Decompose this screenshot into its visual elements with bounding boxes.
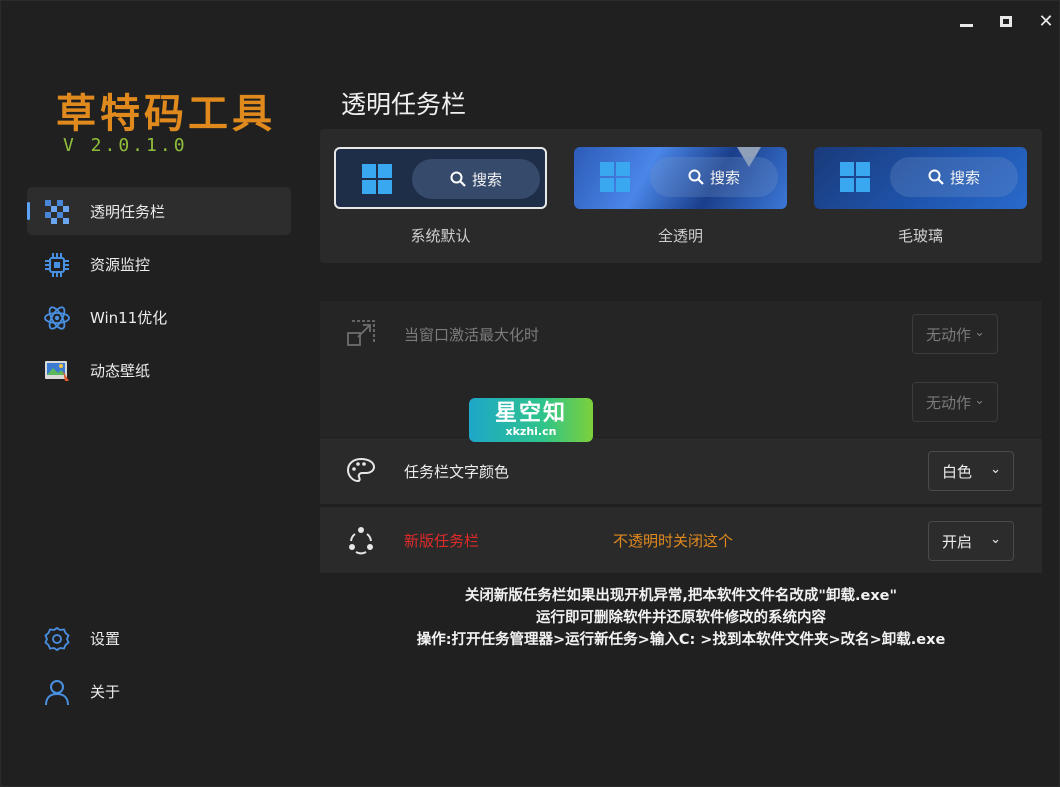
theme-label: 系统默认 [410,227,471,245]
notice-line: 操作:打开任务管理器>运行新任务>输入C: >找到本软件文件夹>改名>卸载.ex… [416,632,946,648]
minimize-icon [959,23,973,27]
sidebar-item-transparent-taskbar[interactable]: 透明任务栏 [27,187,291,235]
setting-row-maximize-action: 当窗口激活最大化时 无动作 ⌄ 无动作 ⌄ [320,301,1042,437]
setting-label: 任务栏文字颜色 [404,463,510,481]
search-pill: 搜索 [890,157,1018,197]
dropdown-value: 开启 [942,532,973,551]
maximize-button[interactable] [989,7,1023,35]
sidebar-item-label: 透明任务栏 [90,202,166,221]
watermark-main: 星空知 [494,401,567,426]
minimize-button[interactable] [949,7,983,35]
sidebar-item-about[interactable]: 关于 [27,667,291,715]
sidebar-item-label: 设置 [90,629,121,648]
app-logo: 草特码工具 [56,90,276,137]
search-pill: 搜索 [650,157,778,197]
search-text: 搜索 [709,168,740,187]
active-indicator [27,202,30,220]
cpu-chip-icon [43,251,71,279]
theme-selector-panel: 搜索 系统默认 搜索 全透明 搜索 毛玻璃 [320,129,1042,263]
watermark-logo: 星空知 xkzhi.cn [469,398,593,442]
close-button[interactable]: ✕ [1029,7,1060,35]
theme-card-frosted-glass[interactable]: 搜索 [814,147,1027,209]
search-text: 搜索 [949,168,980,187]
setting-row-text-color: 任务栏文字颜色 白色 ⌄ [320,438,1042,504]
maximize-icon [1000,15,1012,27]
windows-logo-icon [362,164,392,194]
refresh-nodes-icon [346,525,376,555]
chevron-down-icon: ⌄ [974,325,985,340]
user-icon [43,678,71,706]
checker-icon [43,198,71,226]
theme-label: 毛玻璃 [897,227,943,245]
gear-icon [43,625,71,653]
app-version: V 2.0.1.0 [63,135,188,156]
theme-card-fully-transparent[interactable]: 搜索 [574,147,787,209]
close-icon: ✕ [1038,10,1054,32]
chevron-down-icon: ⌄ [974,393,985,408]
app-window: ✕ 草特码工具 V 2.0.1.0 透明任务栏 资源监控 Win11优化 动态壁… [0,0,1060,787]
dropdown-value: 无动作 [926,325,972,344]
search-icon [450,171,466,187]
sidebar-item-settings[interactable]: 设置 [27,614,291,662]
sidebar-item-label: 资源监控 [90,255,151,274]
windows-logo-icon [600,162,630,192]
chevron-down-icon: ⌄ [990,462,1001,477]
search-icon [928,169,944,185]
search-pill: 搜索 [412,159,540,199]
dropdown-value: 白色 [942,462,973,481]
sidebar-item-resource-monitor[interactable]: 资源监控 [27,240,291,288]
atom-icon [43,304,71,332]
maximize-window-icon [346,319,376,349]
notice-line: 关闭新版任务栏如果出现开机异常,把本软件文件名改成"卸载.exe" [464,588,898,604]
chevron-down-icon: ⌄ [990,532,1001,547]
setting-row-new-taskbar: 新版任务栏 不透明时关闭这个 开启 ⌄ [320,507,1042,573]
theme-label: 全透明 [657,227,703,245]
setting-label: 当窗口激活最大化时 [404,326,540,344]
sidebar-item-label: 关于 [90,682,121,701]
sidebar-item-win11-optimize[interactable]: Win11优化 [27,293,291,341]
setting-hint: 不透明时关闭这个 [613,532,734,550]
watermark-sub: xkzhi.cn [505,425,557,438]
search-icon [688,169,704,185]
wallpaper-icon [43,357,71,385]
secondary-action-dropdown[interactable]: 无动作 ⌄ [912,382,998,422]
dropdown-value: 无动作 [926,393,972,412]
theme-card-system-default[interactable]: 搜索 [334,147,547,209]
uninstall-notice: 关闭新版任务栏如果出现开机异常,把本软件文件名改成"卸载.exe" 运行即可删除… [341,585,1021,651]
notice-line: 运行即可删除软件并还原软件修改的系统内容 [536,610,826,626]
text-color-dropdown[interactable]: 白色 ⌄ [928,451,1014,491]
search-text: 搜索 [471,170,502,189]
windows-logo-icon [840,162,870,192]
maximize-action-dropdown[interactable]: 无动作 ⌄ [912,314,998,354]
sidebar-item-live-wallpaper[interactable]: 动态壁纸 [27,346,291,394]
setting-label: 新版任务栏 [404,532,480,550]
page-title: 透明任务栏 [341,90,467,119]
palette-icon [346,456,376,486]
sidebar-item-label: Win11优化 [90,308,168,327]
new-taskbar-dropdown[interactable]: 开启 ⌄ [928,521,1014,561]
sidebar-item-label: 动态壁纸 [90,361,151,380]
